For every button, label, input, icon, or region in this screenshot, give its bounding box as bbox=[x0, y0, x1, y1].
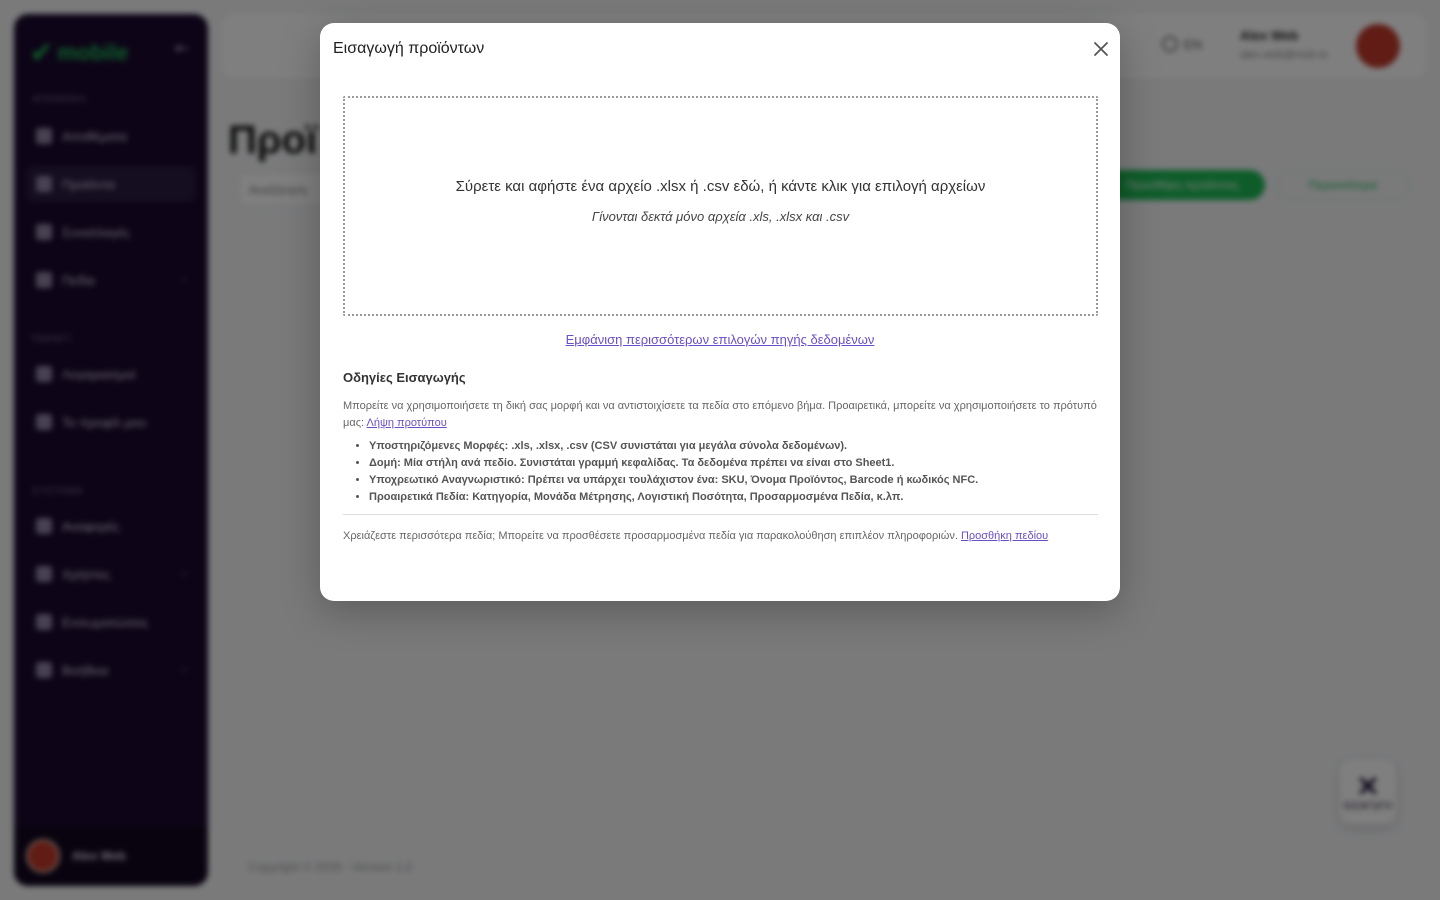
instructions-intro: Μπορείτε να χρησιμοποιήσετε τη δική σας … bbox=[343, 398, 1098, 432]
more-data-sources-link[interactable]: Εμφάνιση περισσότερων επιλογών πηγής δεδ… bbox=[566, 332, 875, 347]
dropzone-accepted-formats: Γίνονται δεκτά μόνο αρχεία .xls, .xlsx κ… bbox=[591, 209, 850, 224]
divider bbox=[343, 514, 1098, 515]
close-icon[interactable] bbox=[1090, 38, 1112, 60]
list-item: Υποχρεωτικό Αναγνωριστικό: Πρέπει να υπά… bbox=[369, 472, 1098, 489]
extra-fields-text: Χρειάζεστε περισσότερα πεδία; Μπορείτε ν… bbox=[343, 530, 961, 542]
list-item: Δομή: Μία στήλη ανά πεδίο. Συνιστάται γρ… bbox=[369, 455, 1098, 472]
dropzone-instruction: Σύρετε και αφήστε ένα αρχείο .xlsx ή .cs… bbox=[455, 178, 986, 195]
file-dropzone[interactable]: Σύρετε και αφήστε ένα αρχείο .xlsx ή .cs… bbox=[343, 96, 1098, 316]
list-item: Υποστηριζόμενες Μορφές: .xls, .xlsx, .cs… bbox=[369, 438, 1098, 455]
instructions-list: Υποστηριζόμενες Μορφές: .xls, .xlsx, .cs… bbox=[343, 438, 1098, 506]
instructions-heading: Οδηγίες Εισαγωγής bbox=[343, 370, 466, 385]
more-sources-row: Εμφάνιση περισσότερων επιλογών πηγής δεδ… bbox=[320, 332, 1120, 347]
extra-fields-note: Χρειάζεστε περισσότερα πεδία; Μπορείτε ν… bbox=[343, 528, 1098, 545]
download-template-link[interactable]: Λήψη προτύπου bbox=[367, 417, 447, 429]
add-field-link[interactable]: Προσθήκη πεδίου bbox=[961, 530, 1048, 542]
instructions-intro-text: Μπορείτε να χρησιμοποιήσετε τη δική σας … bbox=[343, 400, 1097, 429]
import-products-dialog: Εισαγωγή προϊόντων Σύρετε και αφήστε ένα… bbox=[320, 23, 1120, 601]
list-item: Προαιρετικά Πεδία: Κατηγορία, Μονάδα Μέτ… bbox=[369, 489, 1098, 506]
import-instructions: Οδηγίες Εισαγωγής Μπορείτε να χρησιμοποι… bbox=[343, 370, 1098, 506]
dialog-title: Εισαγωγή προϊόντων bbox=[333, 40, 485, 57]
